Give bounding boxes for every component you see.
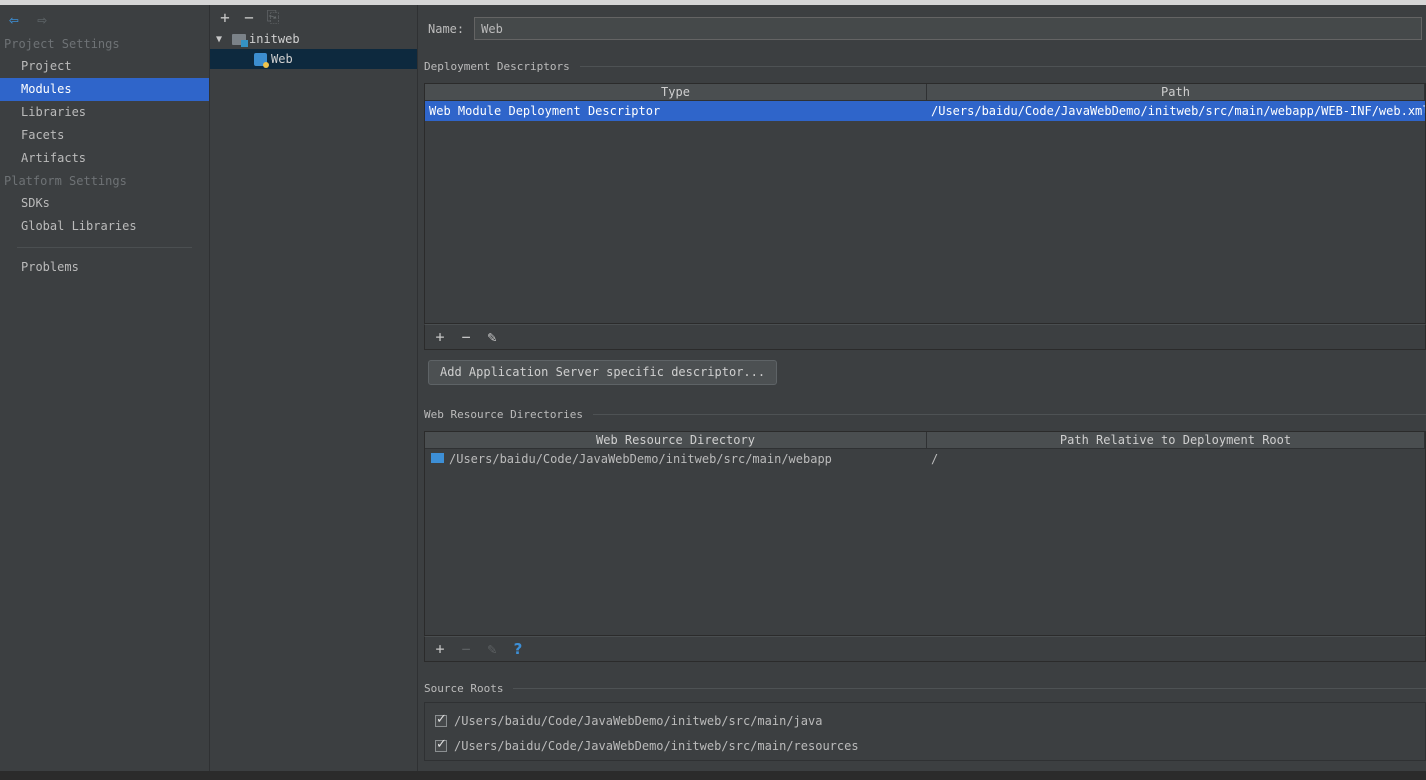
facet-name: Web bbox=[271, 52, 293, 66]
web-facet-icon bbox=[254, 52, 269, 68]
module-tree-panel: + − ⎘ ▼ initweb Web bbox=[210, 5, 418, 771]
expand-arrow-icon[interactable]: ▼ bbox=[212, 34, 226, 45]
column-header-web-resource-directory[interactable]: Web Resource Directory bbox=[425, 432, 927, 448]
nav-item-facets[interactable]: Facets bbox=[0, 124, 209, 147]
deployment-descriptors-title: Deployment Descriptors bbox=[424, 60, 1426, 73]
facet-settings-panel: Name: Deployment Descriptors Type Path W… bbox=[418, 5, 1426, 771]
add-icon[interactable]: + bbox=[216, 8, 234, 27]
name-input[interactable] bbox=[474, 17, 1423, 40]
descriptor-path: /Users/baidu/Code/JavaWebDemo/initweb/sr… bbox=[931, 104, 1425, 118]
descriptor-type: Web Module Deployment Descriptor bbox=[429, 104, 661, 118]
deployment-table-toolbar: + − ✎ bbox=[424, 324, 1426, 350]
source-roots-list: /Users/baidu/Code/JavaWebDemo/initweb/sr… bbox=[424, 702, 1426, 761]
edit-resource-icon[interactable]: ✎ bbox=[483, 640, 501, 658]
nav-item-libraries[interactable]: Libraries bbox=[0, 101, 209, 124]
list-item: /Users/baidu/Code/JavaWebDemo/initweb/sr… bbox=[425, 708, 1425, 733]
module-folder-icon bbox=[232, 33, 248, 47]
source-roots-label: Source Roots bbox=[424, 682, 504, 695]
add-descriptor-icon[interactable]: + bbox=[431, 328, 449, 346]
nav-section-platform-settings: Platform Settings bbox=[4, 174, 127, 188]
web-resource-directories-table: Web Resource Directory Path Relative to … bbox=[424, 431, 1426, 636]
tree-node-web-facet[interactable]: Web bbox=[210, 49, 417, 69]
source-root-checkbox[interactable] bbox=[435, 712, 447, 727]
source-root-path: /Users/baidu/Code/JavaWebDemo/initweb/sr… bbox=[454, 713, 823, 728]
name-row: Name: bbox=[428, 17, 1423, 40]
remove-icon[interactable]: − bbox=[240, 8, 258, 27]
tree-toolbar: + − ⎘ bbox=[210, 5, 417, 29]
nav-history-buttons: ⇦ ⇨ bbox=[0, 5, 209, 33]
web-resource-directories-label: Web Resource Directories bbox=[424, 408, 583, 421]
relative-path-cell: / bbox=[931, 452, 939, 466]
web-resource-directories-title: Web Resource Directories bbox=[424, 408, 1426, 421]
deployment-descriptors-table: Type Path Web Module Deployment Descript… bbox=[424, 83, 1426, 324]
nav-section-project-settings: Project Settings bbox=[4, 37, 120, 51]
window-bottom-edge bbox=[0, 771, 1426, 780]
remove-descriptor-icon[interactable]: − bbox=[457, 328, 475, 346]
table-row[interactable]: /Users/baidu/Code/JavaWebDemo/initweb/sr… bbox=[425, 449, 1425, 469]
settings-navigation: ⇦ ⇨ Project Settings Project Modules Lib… bbox=[0, 5, 210, 771]
resource-directory-path: /Users/baidu/Code/JavaWebDemo/initweb/sr… bbox=[449, 452, 832, 466]
edit-descriptor-icon[interactable]: ✎ bbox=[483, 328, 501, 346]
resource-directory-cell: /Users/baidu/Code/JavaWebDemo/initweb/sr… bbox=[425, 452, 927, 466]
remove-resource-icon[interactable]: − bbox=[457, 640, 475, 658]
source-roots-title: Source Roots bbox=[424, 682, 1426, 695]
nav-item-artifacts[interactable]: Artifacts bbox=[0, 147, 209, 170]
source-root-path: /Users/baidu/Code/JavaWebDemo/initweb/sr… bbox=[454, 738, 859, 753]
nav-item-project[interactable]: Project bbox=[0, 55, 209, 78]
back-arrow-icon[interactable]: ⇦ bbox=[2, 8, 26, 30]
column-header-path[interactable]: Path bbox=[927, 84, 1425, 100]
nav-item-global-libraries[interactable]: Global Libraries bbox=[0, 215, 209, 238]
tree-node-module[interactable]: ▼ initweb bbox=[210, 29, 417, 49]
deployment-descriptors-label: Deployment Descriptors bbox=[424, 60, 570, 73]
add-resource-icon[interactable]: + bbox=[431, 640, 449, 658]
name-label: Name: bbox=[428, 21, 465, 36]
nav-item-sdks[interactable]: SDKs bbox=[0, 192, 209, 215]
resources-table-toolbar: + − ✎ ? bbox=[424, 636, 1426, 662]
nav-item-modules[interactable]: Modules bbox=[0, 78, 209, 101]
list-item: /Users/baidu/Code/JavaWebDemo/initweb/sr… bbox=[425, 733, 1425, 758]
copy-icon[interactable]: ⎘ bbox=[264, 7, 282, 26]
column-header-type[interactable]: Type bbox=[425, 84, 927, 100]
source-root-checkbox[interactable] bbox=[435, 737, 447, 752]
column-header-relative-path[interactable]: Path Relative to Deployment Root bbox=[927, 432, 1425, 448]
module-name: initweb bbox=[249, 32, 300, 46]
table-header: Web Resource Directory Path Relative to … bbox=[425, 432, 1425, 449]
nav-divider bbox=[17, 247, 192, 248]
table-header: Type Path bbox=[425, 84, 1425, 101]
table-row[interactable]: Web Module Deployment Descriptor /Users/… bbox=[425, 101, 1425, 121]
folder-icon bbox=[431, 453, 444, 463]
add-server-descriptor-button[interactable]: Add Application Server specific descript… bbox=[428, 360, 778, 385]
help-icon[interactable]: ? bbox=[509, 640, 527, 658]
nav-item-problems[interactable]: Problems bbox=[0, 256, 209, 279]
forward-arrow-icon[interactable]: ⇨ bbox=[30, 8, 54, 30]
